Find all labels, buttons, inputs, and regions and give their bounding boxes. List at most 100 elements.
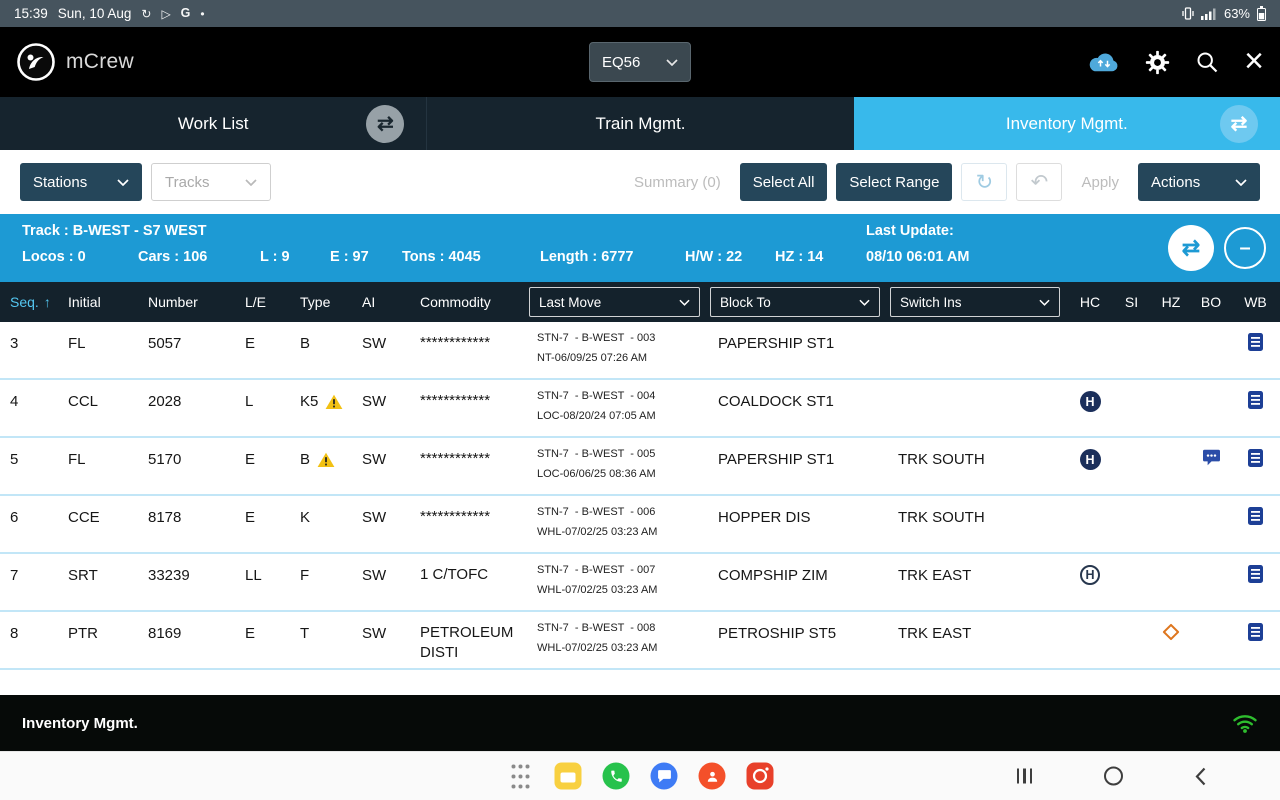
signal-icon [1200, 8, 1217, 20]
cell-bo [1191, 380, 1231, 391]
swap-track-icon[interactable]: ⇄ [1168, 225, 1214, 271]
equipment-doc-icon[interactable] [1248, 449, 1263, 467]
refresh-button[interactable]: ↻ [961, 163, 1008, 201]
cell-initial: FL [68, 451, 86, 468]
cell-lastmove-line1: STN-7 - B-WEST - 003 [537, 332, 656, 344]
table-row[interactable]: 3 FL 5057 E B SW ************ STN-7 - B-… [0, 322, 1280, 380]
cell-ai: SW [362, 509, 387, 526]
close-icon[interactable]: × [1244, 44, 1264, 78]
back-button[interactable] [1195, 767, 1206, 785]
cell-hc: H [1068, 554, 1112, 585]
select-range-button[interactable]: Select Range [836, 163, 953, 201]
cell-le: L [245, 393, 254, 410]
table-row[interactable]: 7 SRT 33239 LL F SW 1 C/TOFC STN-7 - B-W… [0, 554, 1280, 612]
cell-bo [1191, 438, 1231, 466]
cell-blockto: COALDOCK ST1 [718, 393, 834, 410]
cell-number: 5057 [148, 335, 182, 352]
hazmat-diamond-icon [1162, 623, 1180, 641]
cell-blockto: COMPSHIP ZIM [718, 567, 828, 584]
stations-dropdown[interactable]: Stations [20, 163, 142, 201]
equipment-doc-icon[interactable] [1248, 333, 1263, 351]
train-selector-dropdown[interactable]: EQ56 [589, 42, 691, 82]
cell-wb [1231, 612, 1280, 641]
summary-button[interactable]: Summary (0) [624, 163, 731, 201]
cell-lastmove: STN-7 - B-WEST - 007 WHL-07/02/25 03:23 … [527, 554, 708, 600]
switch-ins-filter-dropdown[interactable]: Switch Ins [890, 287, 1060, 317]
train-selector-value: EQ56 [602, 53, 641, 71]
swap-list-icon[interactable]: ⇄ [1219, 104, 1258, 143]
settings-gear-icon[interactable] [1145, 50, 1170, 75]
equipment-doc-icon[interactable] [1248, 623, 1263, 641]
tab-label: Inventory Mgmt. [1005, 113, 1128, 133]
camera-app-icon[interactable] [746, 762, 774, 790]
table-row[interactable]: 8 PTR 8169 E T SW PETROLEUM DISTI STN-7 … [0, 612, 1280, 670]
undo-button[interactable]: ↶ [1016, 163, 1063, 201]
table-row[interactable]: 6 CCE 8178 E K SW ************ STN-7 - B… [0, 496, 1280, 554]
cell-type-text: F [300, 567, 310, 584]
block-to-label: Block To [720, 294, 771, 310]
cell-lastmove-line2: LOC-08/20/24 07:05 AM [537, 410, 656, 422]
tab-train-mgmt[interactable]: Train Mgmt. [426, 97, 853, 150]
notification-dot-icon: • [200, 6, 205, 21]
cell-type-text: B [300, 335, 311, 352]
contacts-app-icon[interactable] [698, 762, 726, 790]
battery-icon [1257, 6, 1266, 21]
column-header-type: Type [300, 294, 331, 310]
cloud-sync-icon[interactable] [1087, 51, 1120, 74]
search-icon[interactable] [1195, 50, 1219, 74]
cell-hz [1151, 380, 1191, 391]
cell-lastmove: STN-7 - B-WEST - 008 WHL-07/02/25 03:23 … [527, 612, 708, 658]
cell-switchins: TRK SOUTH [898, 509, 985, 526]
hazmat-h-icon: H [1079, 449, 1101, 470]
cell-seq: 6 [10, 509, 19, 526]
select-all-button[interactable]: Select All [739, 163, 828, 201]
cell-blockto: PAPERSHIP ST1 [718, 451, 835, 468]
cell-type: B [290, 322, 352, 352]
cell-ai: SW [362, 393, 387, 410]
cell-hz [1151, 438, 1191, 449]
empties-stat: E : 97 [330, 249, 369, 265]
swap-list-icon[interactable]: ⇄ [366, 104, 405, 143]
cell-lastmove: STN-7 - B-WEST - 003 NT-06/09/25 07:26 A… [527, 322, 708, 368]
comment-icon[interactable] [1202, 449, 1221, 466]
google-icon: G [180, 6, 191, 21]
cell-ai: SW [362, 625, 387, 642]
loads-stat: L : 9 [260, 249, 290, 265]
cell-seq: 8 [10, 625, 19, 642]
messages-app-icon[interactable] [650, 762, 678, 790]
block-to-filter-dropdown[interactable]: Block To [710, 287, 880, 317]
collapse-circle-icon[interactable]: – [1224, 227, 1266, 269]
equipment-doc-icon[interactable] [1248, 507, 1263, 525]
home-button[interactable] [1104, 766, 1123, 786]
table-row[interactable]: 4 CCL 2028 L K5 SW ************ STN-7 - … [0, 380, 1280, 438]
battery-percent: 63% [1223, 6, 1250, 21]
cell-hz [1151, 322, 1191, 333]
column-header-hc: HC [1079, 294, 1101, 310]
recents-button[interactable] [1016, 768, 1032, 784]
cell-le: LL [245, 567, 262, 584]
column-header-bo: BO [1200, 294, 1222, 310]
apply-button[interactable]: Apply [1071, 163, 1129, 201]
tab-work-list[interactable]: Work List ⇄ [0, 97, 426, 150]
app-drawer-icon[interactable] [507, 763, 534, 790]
stations-label: Stations [33, 173, 88, 191]
equipment-doc-icon[interactable] [1248, 391, 1263, 409]
cell-hc: H [1068, 438, 1112, 470]
actions-dropdown[interactable]: Actions [1138, 163, 1260, 201]
equipment-doc-icon[interactable] [1248, 565, 1263, 583]
table-row[interactable]: 5 FL 5170 E B SW ************ STN-7 - B-… [0, 438, 1280, 496]
cell-bo [1191, 496, 1231, 507]
tracks-dropdown[interactable]: Tracks [151, 163, 271, 201]
android-nav-bar [0, 751, 1280, 800]
cell-type: B [290, 438, 352, 468]
last-move-filter-dropdown[interactable]: Last Move [529, 287, 700, 317]
phone-app-icon[interactable] [602, 762, 630, 790]
cell-le: E [245, 509, 256, 526]
cell-wb [1231, 438, 1280, 467]
column-header-seq[interactable]: Seq. ↑ [0, 294, 58, 310]
cell-lastmove: STN-7 - B-WEST - 004 LOC-08/20/24 07:05 … [527, 380, 708, 426]
footer-bar: Inventory Mgmt. [0, 695, 1280, 751]
folder-app-icon[interactable] [554, 762, 582, 790]
cell-si [1112, 496, 1151, 507]
tab-inventory-mgmt[interactable]: Inventory Mgmt. ⇄ [853, 97, 1280, 150]
